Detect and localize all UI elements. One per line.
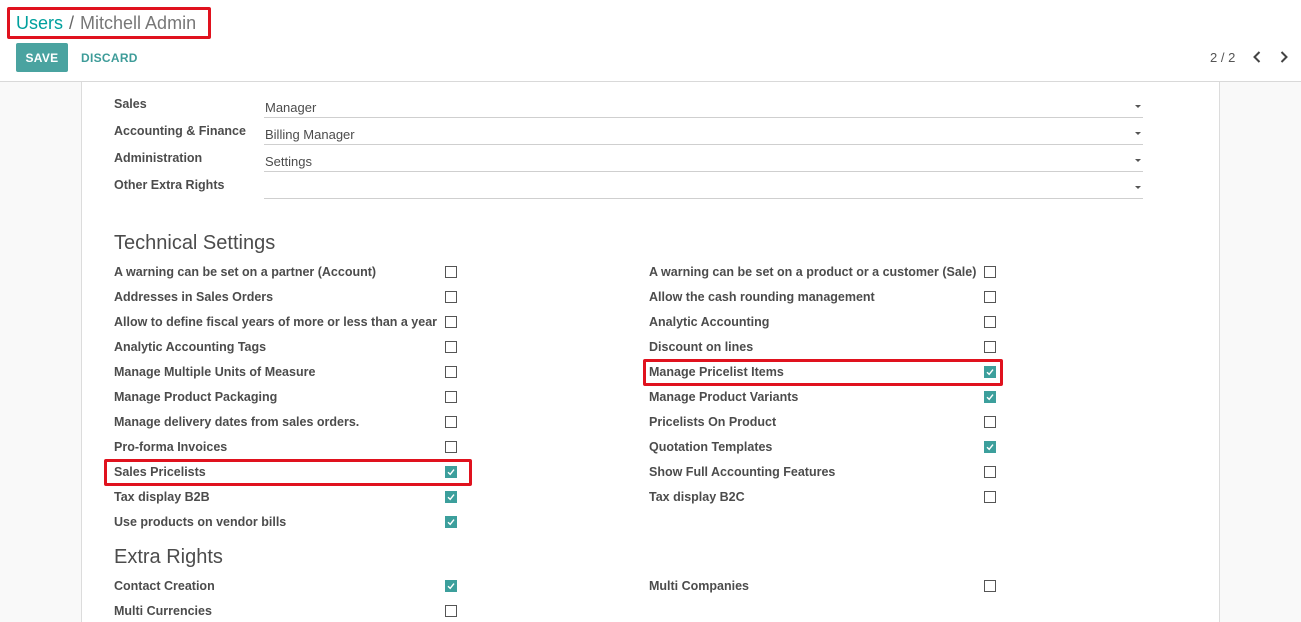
access-select-accounting-finance[interactable]: Billing Manager	[264, 123, 1143, 145]
option-label-tax-display-b2b: Tax display B2B	[114, 490, 210, 504]
highlight-manage-pricelist-items	[643, 359, 1003, 386]
checkbox-manage-product-packaging[interactable]	[445, 391, 457, 403]
checkbox-analytic-accounting[interactable]	[984, 316, 996, 328]
checkbox-manage-product-variants[interactable]	[984, 391, 996, 403]
caret-down-icon	[1135, 132, 1141, 135]
checkbox-tax-display-b2c[interactable]	[984, 491, 996, 503]
access-select-value: Manager	[265, 100, 317, 115]
option-label-manage-delivery-dates-from-sales-orders: Manage delivery dates from sales orders.	[114, 415, 360, 429]
access-field-accounting-finance: Accounting & Finance Billing Manager	[114, 122, 1144, 146]
checkbox-pro-forma-invoices[interactable]	[445, 441, 457, 453]
check-icon	[447, 519, 455, 526]
option-label-quotation-templates: Quotation Templates	[649, 440, 773, 454]
checkbox-pricelists-on-product[interactable]	[984, 416, 996, 428]
option-label-use-products-on-vendor-bills: Use products on vendor bills	[114, 515, 287, 529]
checkbox-multi-currencies[interactable]	[445, 605, 457, 617]
option-label-contact-creation: Contact Creation	[114, 579, 215, 593]
option-label-allow-the-cash-rounding-management: Allow the cash rounding management	[649, 290, 875, 304]
option-label-manage-multiple-units-of-measure: Manage Multiple Units of Measure	[114, 365, 316, 379]
checkbox-tax-display-b2b[interactable]	[445, 491, 457, 503]
access-select-other-extra-rights[interactable]	[264, 177, 1143, 199]
access-select-value: Settings	[265, 154, 312, 169]
pager-value: 2 / 2	[1210, 50, 1236, 65]
access-field-other-extra-rights: Other Extra Rights	[114, 176, 1144, 200]
checkbox-analytic-accounting-tags[interactable]	[445, 341, 457, 353]
highlight-breadcrumb	[7, 7, 211, 39]
option-label-manage-product-variants: Manage Product Variants	[649, 390, 799, 404]
option-label-multi-companies: Multi Companies	[649, 579, 750, 593]
check-icon	[986, 444, 994, 451]
option-label-show-full-accounting-features: Show Full Accounting Features	[649, 465, 836, 479]
access-field-administration: Administration Settings	[114, 149, 1144, 173]
discard-button[interactable]: DISCARD	[74, 43, 145, 72]
check-icon	[447, 494, 455, 501]
pager-previous-button[interactable]	[1247, 46, 1267, 68]
form-sheet: Sales Manager Accounting & Finance Billing …	[81, 82, 1220, 622]
check-icon	[986, 394, 994, 401]
check-icon	[447, 583, 455, 590]
access-field-label: Accounting & Finance	[114, 124, 246, 138]
checkbox-a-warning-can-be-set-on-a-partner-account[interactable]	[445, 266, 457, 278]
option-label-discount-on-lines: Discount on lines	[649, 340, 754, 354]
option-label-a-warning-can-be-set-on-a-partner-account: A warning can be set on a partner (Accou…	[114, 265, 377, 279]
access-field-sales: Sales Manager	[114, 95, 1144, 119]
checkbox-use-products-on-vendor-bills[interactable]	[445, 516, 457, 528]
checkbox-multi-companies[interactable]	[984, 580, 996, 592]
checkbox-show-full-accounting-features[interactable]	[984, 466, 996, 478]
checkbox-addresses-in-sales-orders[interactable]	[445, 291, 457, 303]
checkbox-a-warning-can-be-set-on-a-product-or-a-customer-sale[interactable]	[984, 266, 996, 278]
access-select-sales[interactable]: Manager	[264, 96, 1143, 118]
checkbox-allow-to-define-fiscal-years-of-more-or-less-than-a-year[interactable]	[445, 316, 457, 328]
access-field-label: Administration	[114, 151, 203, 165]
save-button[interactable]: SAVE	[16, 43, 68, 72]
caret-down-icon	[1135, 159, 1141, 162]
option-label-analytic-accounting: Analytic Accounting	[649, 315, 770, 329]
access-field-label: Other Extra Rights	[114, 178, 225, 192]
technical-settings-title: Technical Settings	[114, 232, 276, 254]
caret-down-icon	[1135, 186, 1141, 189]
highlight-sales-pricelists	[104, 459, 472, 486]
option-label-allow-to-define-fiscal-years-of-more-or-less-than-a-year: Allow to define fiscal years of more or …	[114, 315, 438, 329]
checkbox-contact-creation[interactable]	[445, 580, 457, 592]
option-label-pricelists-on-product: Pricelists On Product	[649, 415, 777, 429]
option-label-analytic-accounting-tags: Analytic Accounting Tags	[114, 340, 267, 354]
access-select-value: Billing Manager	[265, 127, 355, 142]
chevron-right-icon	[1280, 51, 1288, 63]
checkbox-quotation-templates[interactable]	[984, 441, 996, 453]
option-label-tax-display-b2c: Tax display B2C	[649, 490, 745, 504]
control-panel: Users / Mitchell Admin SAVE DISCARD 2 / 2	[0, 0, 1301, 82]
option-label-pro-forma-invoices: Pro-forma Invoices	[114, 440, 228, 454]
checkbox-manage-delivery-dates-from-sales-orders[interactable]	[445, 416, 457, 428]
extra-rights-title: Extra Rights	[114, 546, 223, 568]
checkbox-allow-the-cash-rounding-management[interactable]	[984, 291, 996, 303]
checkbox-discount-on-lines[interactable]	[984, 341, 996, 353]
option-label-addresses-in-sales-orders: Addresses in Sales Orders	[114, 290, 274, 304]
access-select-administration[interactable]: Settings	[264, 150, 1143, 172]
option-label-multi-currencies: Multi Currencies	[114, 604, 212, 618]
pager-next-button[interactable]	[1274, 46, 1294, 68]
checkbox-manage-multiple-units-of-measure[interactable]	[445, 366, 457, 378]
caret-down-icon	[1135, 105, 1141, 108]
option-label-manage-product-packaging: Manage Product Packaging	[114, 390, 278, 404]
chevron-left-icon	[1253, 51, 1261, 63]
option-label-a-warning-can-be-set-on-a-product-or-a-customer-sale: A warning can be set on a product or a c…	[649, 265, 977, 279]
access-field-label: Sales	[114, 97, 147, 111]
